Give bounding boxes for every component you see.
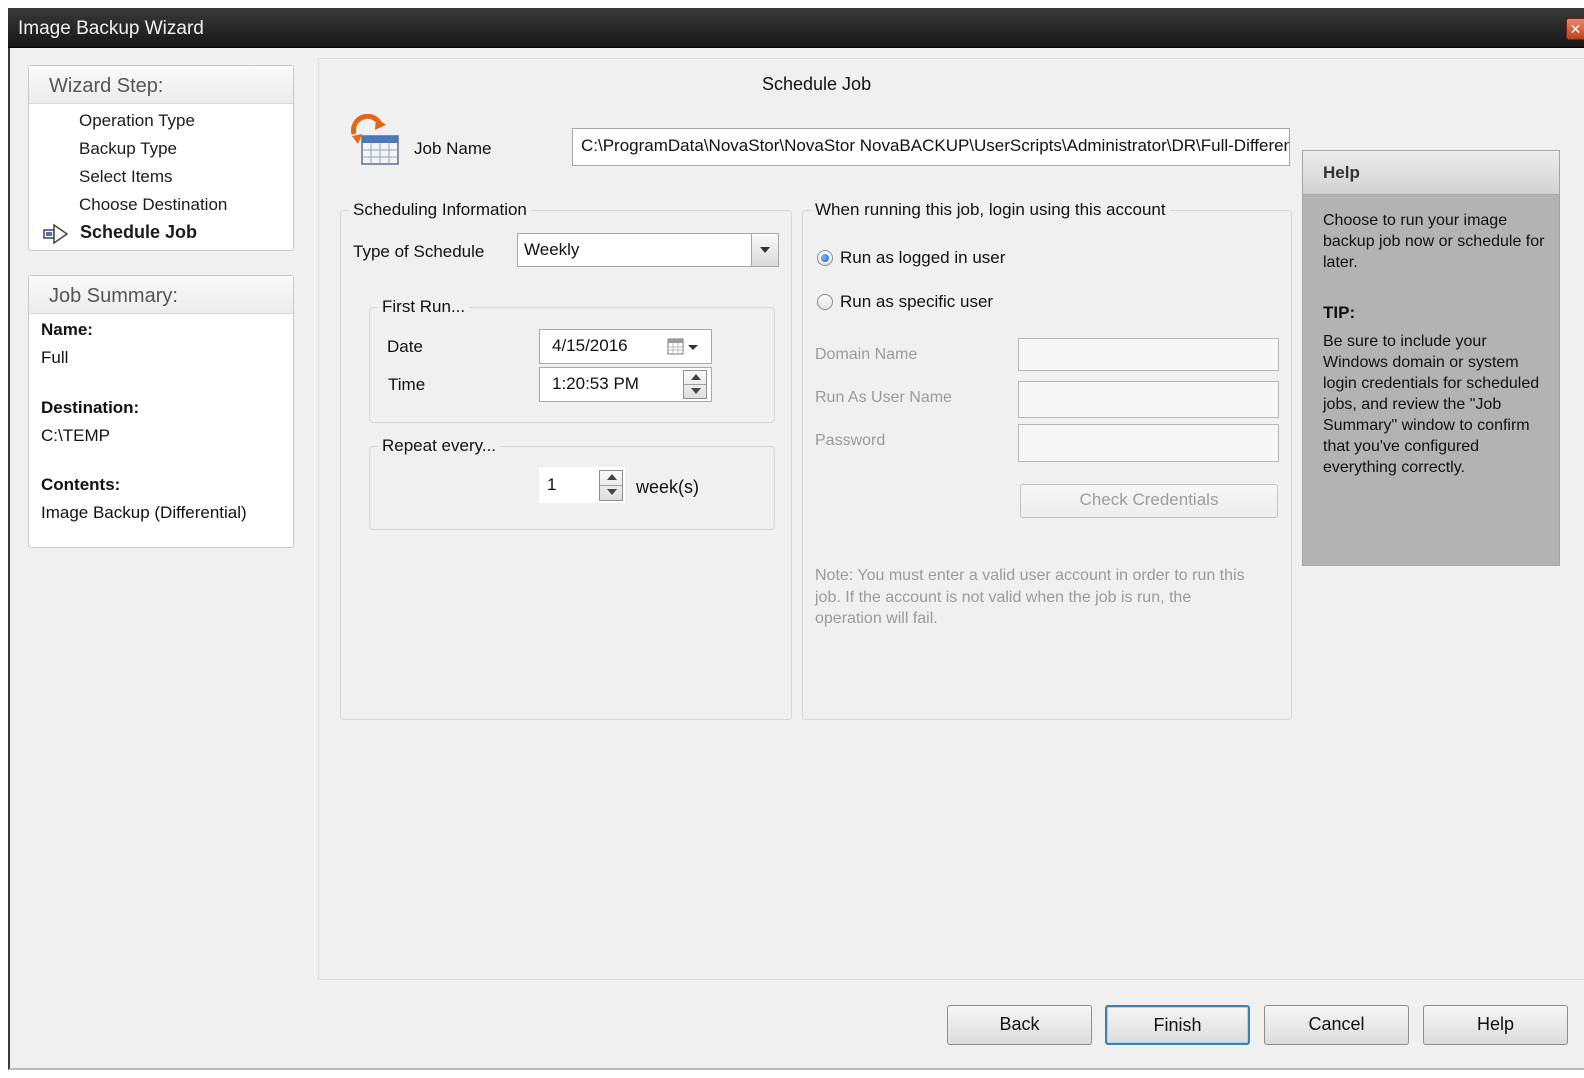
help-tip-label: TIP:	[1323, 303, 1356, 322]
window-title: Image Backup Wizard	[18, 18, 204, 39]
run-as-user-name-field[interactable]	[1018, 381, 1279, 418]
check-credentials-button[interactable]: Check Credentials	[1020, 484, 1278, 518]
calendar-picker-icon[interactable]	[666, 337, 706, 357]
summary-destination-label: Destination:	[41, 398, 140, 417]
login-note: Note: You must enter a valid user accoun…	[815, 567, 1245, 627]
help-button[interactable]: Help	[1423, 1005, 1568, 1045]
date-value: 4/15/2016	[552, 336, 628, 355]
run-as-specific-label[interactable]: Run as specific user	[840, 292, 993, 312]
repeat-label: Repeat every...	[378, 436, 501, 456]
login-account-label: When running this job, login using this …	[811, 200, 1170, 220]
run-as-specific-radio[interactable]	[817, 294, 833, 310]
spin-down-icon[interactable]	[684, 385, 706, 399]
time-spinner[interactable]	[683, 370, 707, 399]
summary-contents-value: Image Backup (Differential)	[41, 503, 247, 522]
first-run-group	[369, 307, 775, 423]
summary-contents-label: Contents:	[41, 475, 121, 494]
current-step-arrow-icon	[42, 222, 70, 246]
spin-down-icon[interactable]	[600, 486, 622, 501]
spin-up-icon[interactable]	[684, 371, 706, 385]
summary-name-value: Full	[41, 348, 69, 367]
schedule-type-value: Weekly	[524, 240, 580, 259]
window-titlebar: Image Backup Wizard ✕	[8, 8, 1584, 48]
finish-button[interactable]: Finish	[1105, 1005, 1250, 1045]
page-title: Schedule Job	[762, 74, 872, 94]
spin-up-icon[interactable]	[600, 471, 622, 486]
domain-name-label: Domain Name	[815, 346, 918, 363]
password-label: Password	[815, 432, 886, 449]
date-label: Date	[387, 337, 423, 356]
close-button[interactable]: ✕	[1566, 18, 1584, 40]
wizard-step-operation-type[interactable]: Operation Type	[79, 111, 195, 131]
schedule-calendar-icon	[348, 113, 402, 168]
wizard-step-select-items[interactable]: Select Items	[79, 167, 173, 187]
summary-name-label: Name:	[41, 320, 93, 339]
schedule-type-select[interactable]: Weekly	[517, 233, 779, 267]
time-value: 1:20:53 PM	[552, 374, 639, 393]
dropdown-arrow-icon[interactable]	[751, 234, 778, 266]
repeat-unit-label: week(s)	[636, 477, 700, 497]
help-tip-text: Be sure to include your Windows domain o…	[1323, 333, 1540, 476]
job-name-label: Job Name	[414, 139, 492, 158]
help-text: Choose to run your image backup job now …	[1323, 212, 1545, 271]
cancel-button[interactable]: Cancel	[1264, 1005, 1409, 1045]
wizard-step-backup-type[interactable]: Backup Type	[79, 139, 177, 159]
run-as-logged-in-label[interactable]: Run as logged in user	[840, 248, 1005, 268]
login-account-group	[802, 210, 1292, 720]
first-run-label: First Run...	[378, 297, 470, 317]
schedule-type-label: Type of Schedule	[353, 242, 485, 261]
repeat-spinner[interactable]	[599, 470, 623, 501]
password-field[interactable]	[1018, 424, 1279, 462]
summary-destination-value: C:\TEMP	[41, 426, 110, 445]
run-as-user-name-label: Run As User Name	[815, 389, 952, 406]
run-as-logged-in-radio[interactable]	[817, 250, 833, 266]
wizard-step-title: Wizard Step:	[29, 66, 293, 104]
back-button[interactable]: Back	[947, 1005, 1092, 1045]
domain-name-field[interactable]	[1018, 338, 1279, 371]
help-title: Help	[1323, 163, 1360, 182]
wizard-step-schedule-job[interactable]: Schedule Job	[80, 222, 197, 243]
repeat-interval-value: 1	[547, 475, 557, 494]
wizard-step-choose-destination[interactable]: Choose Destination	[79, 195, 227, 215]
time-label: Time	[388, 375, 426, 394]
help-panel: Help Choose to run your image backup job…	[1302, 150, 1560, 566]
scheduling-information-label: Scheduling Information	[349, 200, 531, 220]
job-summary-title: Job Summary:	[29, 276, 293, 314]
job-name-field[interactable]: C:\ProgramData\NovaStor\NovaStor NovaBAC…	[572, 128, 1290, 166]
